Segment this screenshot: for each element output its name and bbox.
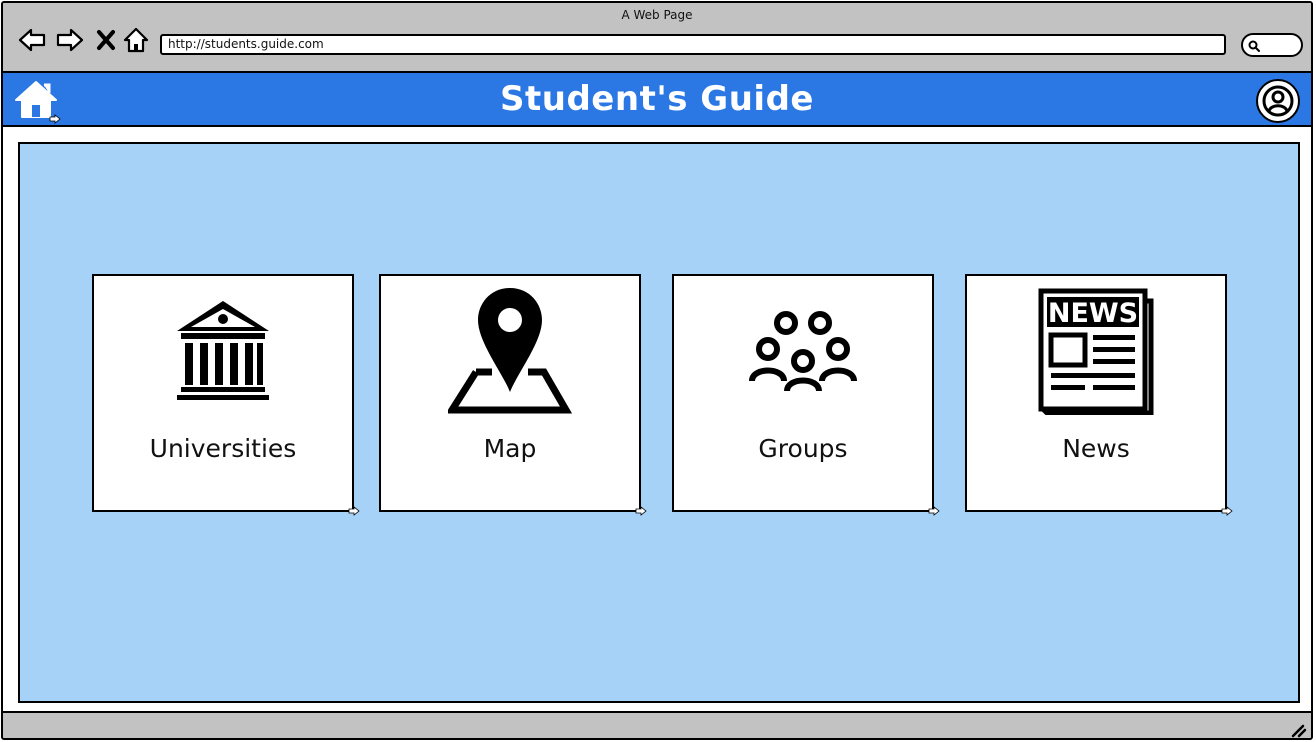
university-building-icon (177, 301, 269, 400)
browser-chrome: A Web Page http://students.guide.com (3, 3, 1311, 73)
tile-label: Map (483, 434, 537, 463)
tile-map[interactable]: Map (379, 274, 647, 516)
link-arrow-icon (348, 506, 360, 516)
stop-button[interactable] (91, 25, 121, 55)
tile-universities[interactable]: Universities (92, 274, 360, 516)
resize-grip-icon[interactable] (1289, 720, 1307, 738)
page-title: Student's Guide (500, 79, 814, 119)
home-nav-button[interactable] (121, 25, 151, 55)
newspaper-icon: NEWS (1038, 288, 1154, 415)
link-arrow-icon (635, 506, 647, 516)
tile-label: News (1062, 434, 1130, 463)
url-input[interactable]: http://students.guide.com (160, 34, 1226, 55)
main-content: Universities Map Groups NEWS News (18, 142, 1300, 703)
link-arrow-icon (1221, 506, 1233, 516)
profile-button[interactable] (1256, 79, 1300, 123)
arrow-right-icon (56, 28, 84, 52)
tile-label: Groups (758, 434, 848, 463)
svg-text:NEWS: NEWS (1048, 298, 1138, 329)
link-arrow-icon (928, 506, 940, 516)
arrow-left-icon (18, 28, 46, 52)
user-circle-icon (1262, 85, 1294, 117)
back-button[interactable] (17, 25, 47, 55)
app-header: Student's Guide (3, 73, 1311, 127)
status-bar (3, 711, 1311, 738)
people-group-icon (749, 311, 857, 392)
map-pin-icon (448, 288, 572, 414)
tile-news[interactable]: NEWS News (965, 274, 1233, 516)
search-button[interactable] (1241, 33, 1303, 57)
tile-groups[interactable]: Groups (672, 274, 940, 516)
close-icon (97, 30, 115, 50)
forward-button[interactable] (55, 25, 85, 55)
home-icon (123, 27, 149, 53)
browser-window: A Web Page http://students.guide.com Stu… (1, 1, 1313, 740)
search-icon (1248, 40, 1260, 52)
tile-label: Universities (149, 434, 297, 463)
window-title: A Web Page (621, 8, 693, 22)
